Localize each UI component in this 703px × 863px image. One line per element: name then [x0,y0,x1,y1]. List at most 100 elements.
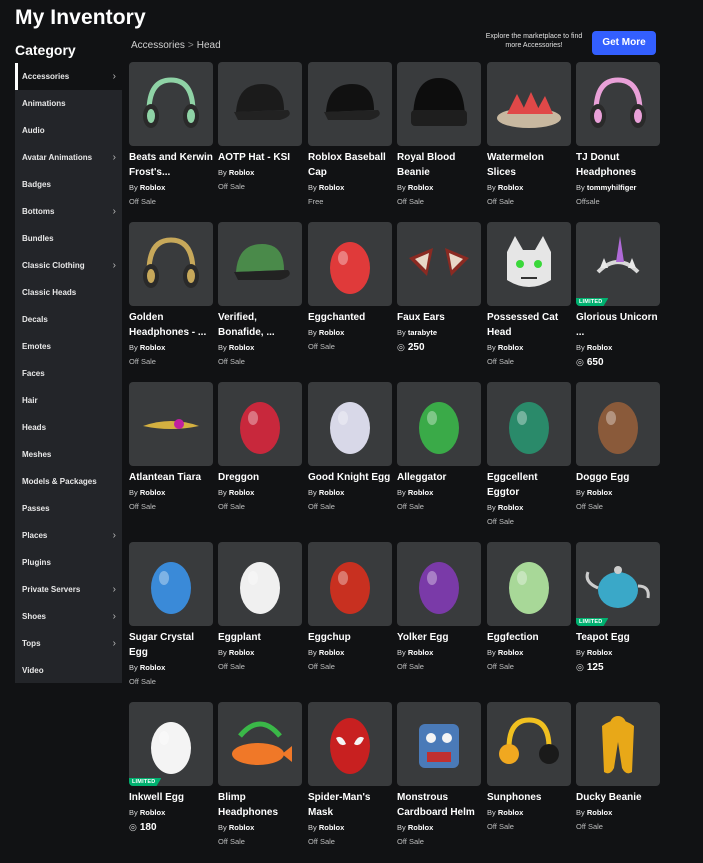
item-card[interactable]: Faux Ears By tarabyte ◎ 250 [397,222,481,372]
sidebar-item-classic-clothing[interactable]: Classic Clothing › [15,252,122,279]
item-thumbnail[interactable] [218,62,302,146]
creator-name-link[interactable]: Roblox [229,343,254,352]
item-thumbnail[interactable] [218,702,302,786]
item-card[interactable]: Sugar Crystal Egg By Roblox Off Sale [129,542,213,692]
sidebar-item-private-servers[interactable]: Private Servers › [15,576,122,603]
creator-name-link[interactable]: Roblox [587,648,612,657]
creator-name-link[interactable]: tommyhilfiger [587,183,637,192]
item-card[interactable]: Good Knight Egg By Roblox Off Sale [308,382,392,532]
creator-name-link[interactable]: Roblox [587,488,612,497]
item-name[interactable]: Roblox Baseball Cap [308,150,392,180]
creator-name-link[interactable]: Roblox [408,183,433,192]
item-card[interactable]: LIMITED Inkwell Egg By Roblox ◎ 180 [129,702,213,852]
item-thumbnail[interactable] [308,222,392,306]
item-card[interactable]: Watermelon Slices By Roblox Off Sale [487,62,571,212]
sidebar-item-faces[interactable]: Faces [15,360,122,387]
item-card[interactable]: Eggcellent Eggtor By Roblox Off Sale [487,382,571,532]
item-thumbnail[interactable] [129,382,213,466]
item-thumbnail[interactable] [218,382,302,466]
item-card[interactable]: Sunphones By Roblox Off Sale [487,702,571,852]
item-thumbnail[interactable] [576,382,660,466]
item-name[interactable]: Sunphones [487,790,571,805]
item-thumbnail[interactable] [308,382,392,466]
item-thumbnail[interactable]: LIMITED [576,222,660,306]
item-thumbnail[interactable] [576,62,660,146]
sidebar-item-video[interactable]: Video [15,657,122,684]
creator-name-link[interactable]: Roblox [498,183,523,192]
item-name[interactable]: Faux Ears [397,310,481,325]
item-card[interactable]: Eggfection By Roblox Off Sale [487,542,571,692]
creator-name-link[interactable]: Roblox [140,663,165,672]
item-name[interactable]: Royal Blood Beanie [397,150,481,180]
creator-name-link[interactable]: Roblox [140,488,165,497]
item-name[interactable]: Eggcellent Eggtor [487,470,571,500]
item-name[interactable]: Blimp Headphones [218,790,302,820]
creator-name-link[interactable]: Roblox [498,808,523,817]
sidebar-item-classic-heads[interactable]: Classic Heads [15,279,122,306]
item-thumbnail[interactable] [397,542,481,626]
creator-name-link[interactable]: Roblox [140,808,165,817]
item-thumbnail[interactable] [397,62,481,146]
sidebar-item-bundles[interactable]: Bundles [15,225,122,252]
sidebar-item-hair[interactable]: Hair [15,387,122,414]
item-thumbnail[interactable]: LIMITED [129,702,213,786]
item-thumbnail[interactable] [487,702,571,786]
creator-name-link[interactable]: Roblox [229,648,254,657]
item-thumbnail[interactable] [129,542,213,626]
item-card[interactable]: TJ Donut Headphones By tommyhilfiger Offsa… [576,62,660,212]
item-card[interactable]: Roblox Baseball Cap By Roblox Free [308,62,392,212]
item-name[interactable]: Possessed Cat Head [487,310,571,340]
creator-name-link[interactable]: Roblox [229,488,254,497]
creator-name-link[interactable]: Roblox [319,328,344,337]
creator-name-link[interactable]: Roblox [408,488,433,497]
sidebar-item-decals[interactable]: Decals [15,306,122,333]
item-name[interactable]: Eggchanted [308,310,392,325]
item-name[interactable]: Glorious Unicorn ... [576,310,660,340]
creator-name-link[interactable]: Roblox [229,168,254,177]
creator-name-link[interactable]: Roblox [319,183,344,192]
creator-name-link[interactable]: Roblox [319,488,344,497]
creator-name-link[interactable]: Roblox [140,183,165,192]
item-name[interactable]: Eggplant [218,630,302,645]
sidebar-item-heads[interactable]: Heads [15,414,122,441]
item-thumbnail[interactable] [129,62,213,146]
sidebar-item-accessories[interactable]: Accessories › [15,63,122,90]
item-card[interactable]: LIMITED Teapot Egg By Roblox ◎ 125 [576,542,660,692]
item-card[interactable]: Spider-Man's Mask By Roblox Off Sale [308,702,392,852]
creator-name-link[interactable]: tarabyte [408,328,437,337]
item-thumbnail[interactable] [397,702,481,786]
creator-name-link[interactable]: Roblox [319,648,344,657]
item-card[interactable]: Atlantean Tiara By Roblox Off Sale [129,382,213,532]
item-name[interactable]: Golden Headphones - ... [129,310,213,340]
sidebar-item-audio[interactable]: Audio [15,117,122,144]
item-name[interactable]: Eggfection [487,630,571,645]
sidebar-item-places[interactable]: Places › [15,522,122,549]
sidebar-item-tops[interactable]: Tops › [15,630,122,657]
item-card[interactable]: Beats and Kerwin Frost's... By Roblox Off … [129,62,213,212]
item-thumbnail[interactable] [397,222,481,306]
item-name[interactable]: Dreggon [218,470,302,485]
item-card[interactable]: Royal Blood Beanie By Roblox Off Sale [397,62,481,212]
item-thumbnail[interactable] [397,382,481,466]
item-thumbnail[interactable] [308,702,392,786]
item-card[interactable]: Ducky Beanie By Roblox Off Sale [576,702,660,852]
creator-name-link[interactable]: Roblox [319,823,344,832]
creator-name-link[interactable]: Roblox [140,343,165,352]
item-card[interactable]: Verified, Bonafide, ... By Roblox Off Sale [218,222,302,372]
item-name[interactable]: Monstrous Cardboard Helm [397,790,481,820]
item-name[interactable]: Beats and Kerwin Frost's... [129,150,213,180]
item-thumbnail[interactable]: LIMITED [576,542,660,626]
item-card[interactable]: Yolker Egg By Roblox Off Sale [397,542,481,692]
item-name[interactable]: Good Knight Egg [308,470,392,485]
breadcrumb-accessories[interactable]: Accessories [131,40,185,51]
item-card[interactable]: Alleggator By Roblox Off Sale [397,382,481,532]
item-card[interactable]: Eggchanted By Roblox Off Sale [308,222,392,372]
item-name[interactable]: Yolker Egg [397,630,481,645]
item-name[interactable]: Alleggator [397,470,481,485]
creator-name-link[interactable]: Roblox [229,823,254,832]
item-name[interactable]: Eggchup [308,630,392,645]
sidebar-item-bottoms[interactable]: Bottoms › [15,198,122,225]
item-card[interactable]: Monstrous Cardboard Helm By Roblox Off Sal… [397,702,481,852]
creator-name-link[interactable]: Roblox [498,503,523,512]
sidebar-item-plugins[interactable]: Plugins [15,549,122,576]
